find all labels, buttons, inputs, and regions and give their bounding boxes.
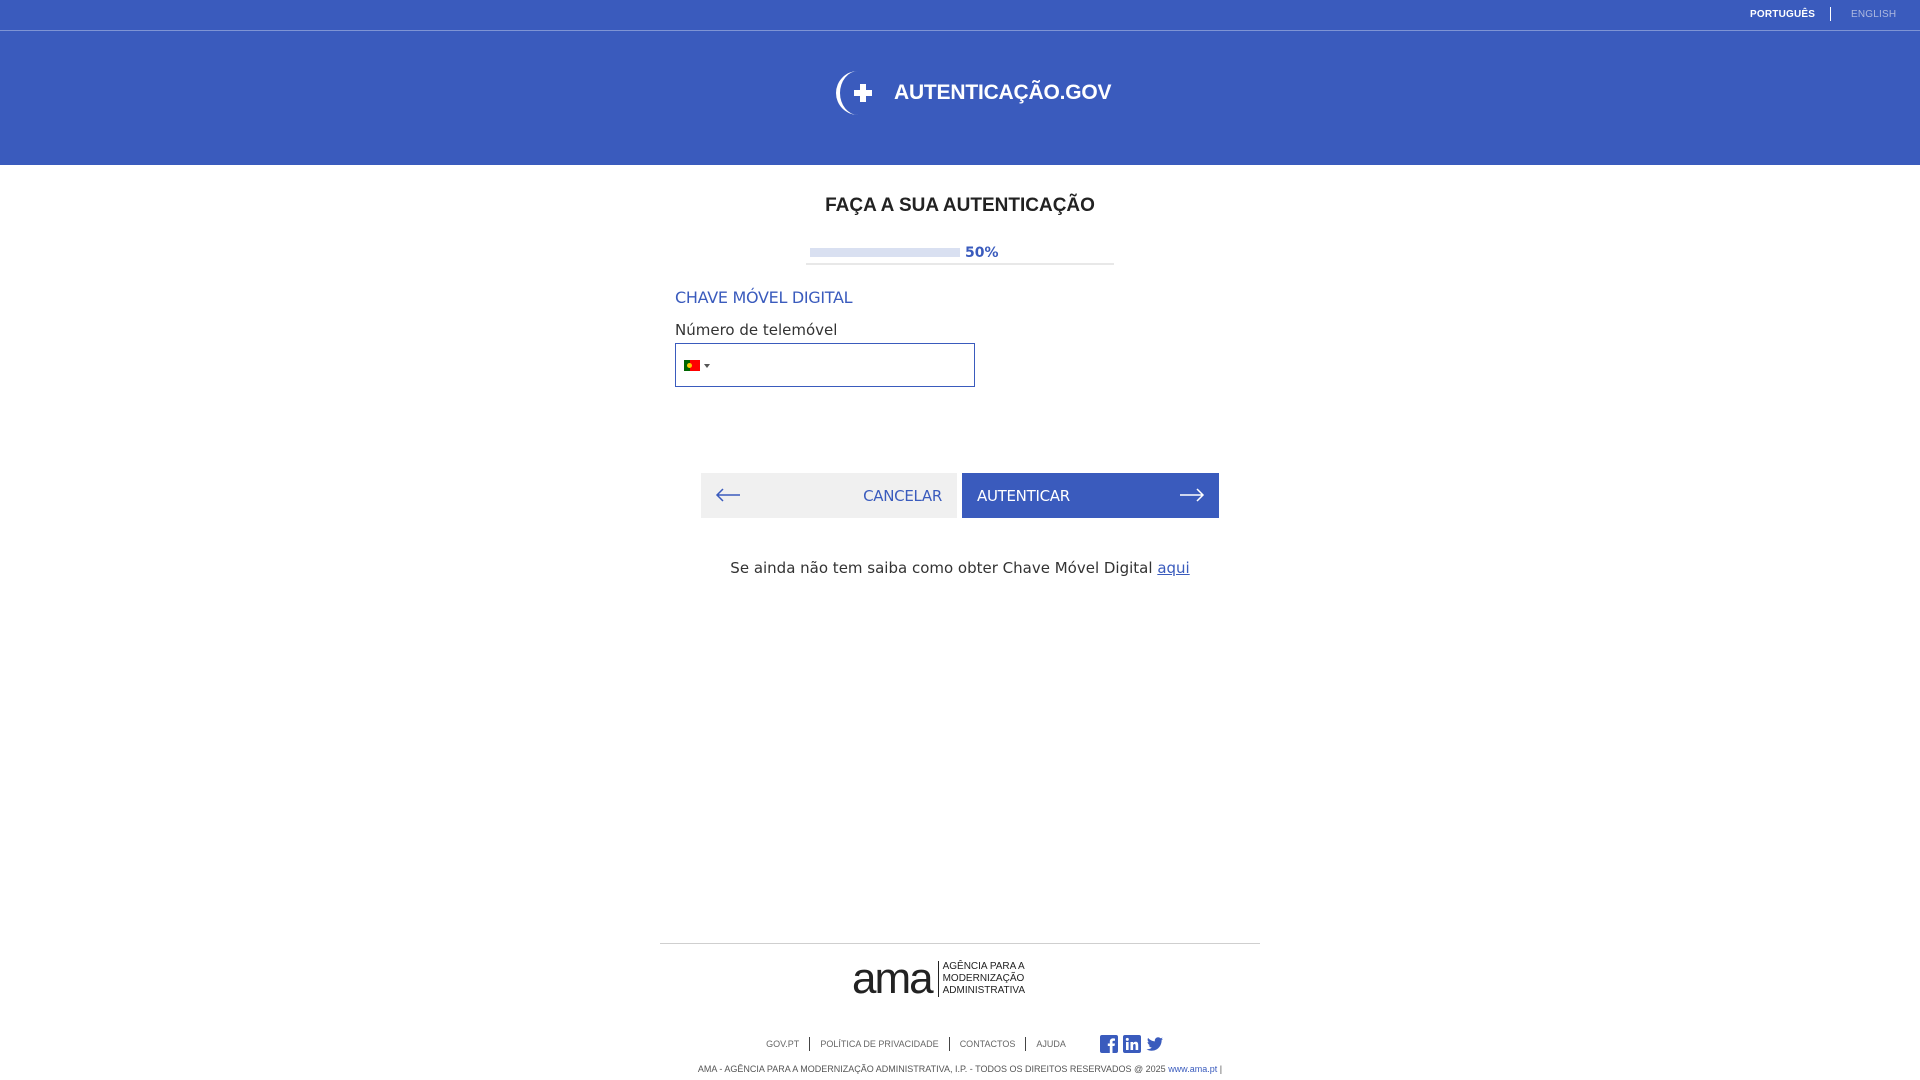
footer-divider (660, 943, 1260, 944)
progress-underline (806, 263, 1114, 265)
footer-link-contacts[interactable]: CONTACTOS (950, 1039, 1026, 1049)
help-message: Se ainda não tem saiba como obter Chave … (0, 559, 1920, 577)
progress-bar-track (810, 248, 960, 257)
language-english[interactable]: ENGLISH (1851, 9, 1896, 20)
chevron-down-icon (704, 363, 710, 368)
twitter-icon[interactable] (1146, 1035, 1164, 1053)
arrow-left-icon (715, 488, 740, 502)
language-portuguese[interactable]: PORTUGUÊS (1750, 9, 1815, 20)
ama-logo-separator (937, 961, 939, 997)
cancel-button-label: CANCELAR (863, 487, 942, 505)
ama-logo[interactable]: ama AGÊNCIA PARA A MODERNIZAÇÃO ADMINIST… (852, 957, 1025, 1001)
footer-link-help[interactable]: AJUDA (1026, 1039, 1076, 1049)
progress-indicator: 50% (806, 245, 1114, 265)
phone-label: Número de telemóvel (675, 321, 838, 339)
footer-link-privacy[interactable]: POLÍTICA DE PRIVACIDADE (810, 1039, 948, 1049)
phone-input[interactable] (720, 344, 974, 388)
ama-name-line-3: ADMINISTRATIVA (942, 985, 1026, 996)
arrow-right-icon (1180, 488, 1205, 502)
footer-links: GOV.PT POLÍTICA DE PRIVACIDADE CONTACTOS… (0, 1035, 1920, 1053)
brand-name: AUTENTICAÇÃO.GOV (894, 81, 1112, 104)
page-title: FAÇA A SUA AUTENTICAÇÃO (825, 195, 1095, 216)
brand-logo[interactable]: AUTENTICAÇÃO.GOV (832, 67, 1112, 119)
site-header: AUTENTICAÇÃO.GOV (0, 31, 1920, 165)
social-links (1099, 1035, 1164, 1053)
progress-percent: 50% (965, 245, 999, 261)
section-title: CHAVE MÓVEL DIGITAL (675, 288, 853, 307)
cancel-button[interactable]: CANCELAR (701, 473, 957, 518)
ama-name-line-1: AGÊNCIA PARA A (942, 961, 1025, 972)
facebook-icon[interactable] (1099, 1035, 1118, 1053)
copyright-text: AMA - AGÊNCIA PARA A MODERNIZAÇÃO ADMINI… (697, 1064, 1166, 1074)
autenticacao-logo-icon (836, 71, 872, 115)
authenticate-button-label: AUTENTICAR (977, 487, 1070, 505)
help-link[interactable]: aqui (1157, 559, 1189, 577)
ama-logo-name: AGÊNCIA PARA A MODERNIZAÇÃO ADMINISTRATI… (943, 961, 1025, 997)
ama-website-link[interactable]: www.ama.pt (1168, 1064, 1217, 1074)
portugal-flag-icon (684, 360, 700, 371)
footer-link-govpt[interactable]: GOV.PT (756, 1039, 809, 1049)
help-text: Se ainda não tem saiba como obter Chave … (730, 559, 1153, 577)
authenticate-button[interactable]: AUTENTICAR (962, 473, 1219, 518)
language-bar: PORTUGUÊS ENGLISH (0, 0, 1920, 31)
copyright-tail: | (1219, 1064, 1223, 1074)
language-divider (1830, 7, 1831, 21)
linkedin-icon[interactable] (1122, 1035, 1141, 1053)
phone-field (675, 343, 975, 388)
country-code-dropdown[interactable] (684, 360, 710, 371)
ama-logo-mark: ama (852, 954, 934, 1003)
progress-bar-fill (810, 248, 885, 257)
copyright-notice: AMA - AGÊNCIA PARA A MODERNIZAÇÃO ADMINI… (0, 1064, 1920, 1074)
ama-name-line-2: MODERNIZAÇÃO (942, 973, 1025, 984)
